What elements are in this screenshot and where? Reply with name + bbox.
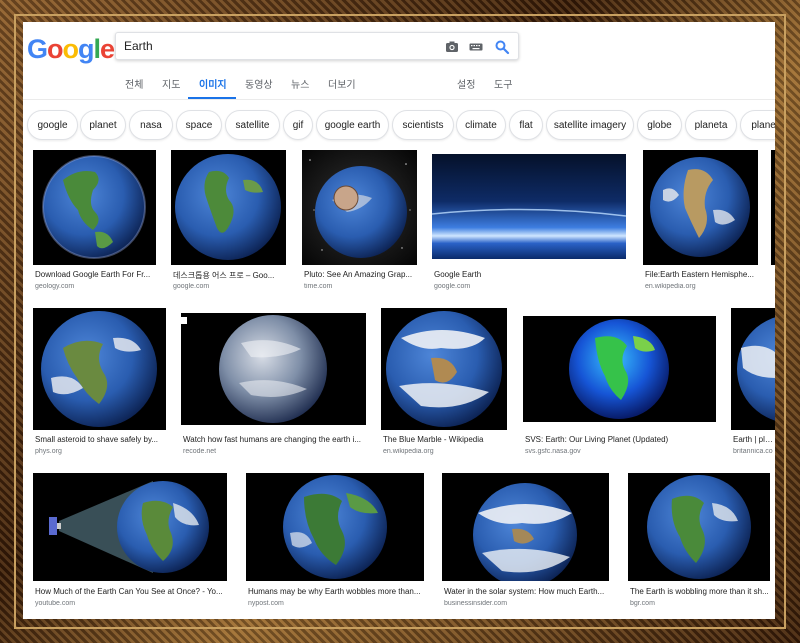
result-source: google.com (434, 283, 471, 290)
chip-climate[interactable]: climate (456, 110, 506, 140)
logo-letter: e (100, 34, 115, 64)
result-source: phys.org (35, 448, 62, 455)
result-source: bgr.com (630, 600, 655, 607)
logo-letter: o (47, 34, 63, 64)
result-title[interactable]: File:Earth Eastern Hemisphe... (645, 270, 758, 279)
search-tabs: 전체 지도 이미지 동영상 뉴스 더보기 설정 도구 (23, 76, 775, 100)
result-title[interactable]: Watch how fast humans are changing the e… (183, 435, 366, 444)
tab-news[interactable]: 뉴스 (291, 76, 309, 91)
chip-satellite[interactable]: satellite (225, 110, 280, 140)
tab-all[interactable]: 전체 (125, 76, 143, 91)
image-result-thumbnail[interactable] (33, 308, 166, 430)
result-source: time.com (304, 283, 333, 290)
search-input[interactable] (124, 37, 424, 55)
result-source: businessinsider.com (444, 600, 508, 607)
logo-letter: o (62, 34, 79, 64)
tools-link[interactable]: 도구 (494, 76, 512, 91)
chip-satellite-imagery[interactable]: satellite imagery (546, 110, 634, 140)
tab-videos[interactable]: 동영상 (245, 76, 273, 91)
result-title[interactable]: Small asteroid to shave safely by... (35, 435, 166, 444)
image-result-thumbnail[interactable] (33, 473, 227, 581)
result-source: svs.gsfc.nasa.gov (525, 448, 581, 455)
tab-maps[interactable]: 지도 (162, 76, 180, 91)
google-logo[interactable]: Google (27, 34, 115, 65)
image-result-thumbnail[interactable] (181, 313, 366, 425)
tab-more[interactable]: 더보기 (328, 76, 356, 91)
image-result-thumbnail[interactable] (731, 308, 775, 430)
result-title[interactable]: The Earth is wobbling more than it sh... (630, 587, 770, 596)
result-source: recode.net (183, 448, 217, 455)
image-result-thumbnail[interactable] (432, 154, 626, 259)
header-divider (23, 99, 775, 100)
image-result-thumbnail[interactable] (302, 150, 417, 265)
result-source: google.com (173, 283, 210, 290)
image-result-thumbnail[interactable] (771, 150, 775, 265)
result-title[interactable]: 데스크톱용 어스 프로 – Goo... (173, 270, 286, 281)
browser-page: Google 전체 지도 이미지 동영상 뉴스 더보기 설정 도구 google… (23, 22, 775, 619)
chip-globe[interactable]: globe (637, 110, 682, 140)
chip-google[interactable]: google (27, 110, 78, 140)
chip-planeta[interactable]: planeta (685, 110, 737, 140)
search-icon[interactable] (494, 39, 510, 55)
settings-link[interactable]: 설정 (457, 76, 475, 91)
chip-nasa[interactable]: nasa (129, 110, 173, 140)
result-source: youtube.com (35, 600, 76, 607)
image-result-thumbnail[interactable] (171, 150, 286, 265)
chip-gif[interactable]: gif (283, 110, 313, 140)
result-source: en.wikipedia.org (645, 283, 696, 290)
logo-letter: g (78, 34, 94, 64)
result-title[interactable]: Earth | plane (733, 435, 775, 444)
image-result-thumbnail[interactable] (643, 150, 758, 265)
result-source: nypost.com (248, 600, 284, 607)
chip-flat[interactable]: flat (509, 110, 543, 140)
image-result-thumbnail[interactable] (246, 473, 424, 581)
result-title[interactable]: Humans may be why Earth wobbles more tha… (248, 587, 424, 596)
tab-images[interactable]: 이미지 (199, 76, 227, 91)
search-box (115, 32, 519, 60)
result-title[interactable]: Water in the solar system: How much Eart… (444, 587, 609, 596)
keyboard-icon[interactable] (468, 39, 484, 55)
chip-space[interactable]: space (176, 110, 222, 140)
result-title[interactable]: The Blue Marble - Wikipedia (383, 435, 507, 444)
result-source: britannica.co (733, 448, 773, 455)
image-result-thumbnail[interactable] (442, 473, 609, 581)
result-title[interactable]: How Much of the Earth Can You See at Onc… (35, 587, 227, 596)
chip-planet-more[interactable]: planet (740, 110, 775, 140)
chip-google-earth[interactable]: google earth (316, 110, 389, 140)
result-source: en.wikipedia.org (383, 448, 434, 455)
logo-letter: G (27, 34, 48, 64)
chip-planet[interactable]: planet (80, 110, 126, 140)
image-result-thumbnail[interactable] (33, 150, 156, 265)
image-result-thumbnail[interactable] (523, 316, 716, 422)
result-title[interactable]: Download Google Earth For Fr... (35, 270, 156, 279)
camera-icon[interactable] (444, 39, 460, 55)
image-result-thumbnail[interactable] (628, 473, 770, 581)
image-result-thumbnail[interactable] (381, 308, 507, 430)
chip-scientists[interactable]: scientists (392, 110, 454, 140)
result-source: geology.com (35, 283, 75, 290)
result-title[interactable]: Pluto: See An Amazing Grap... (304, 270, 417, 279)
result-title[interactable]: Google Earth (434, 270, 626, 279)
result-title[interactable]: SVS: Earth: Our Living Planet (Updated) (525, 435, 716, 444)
